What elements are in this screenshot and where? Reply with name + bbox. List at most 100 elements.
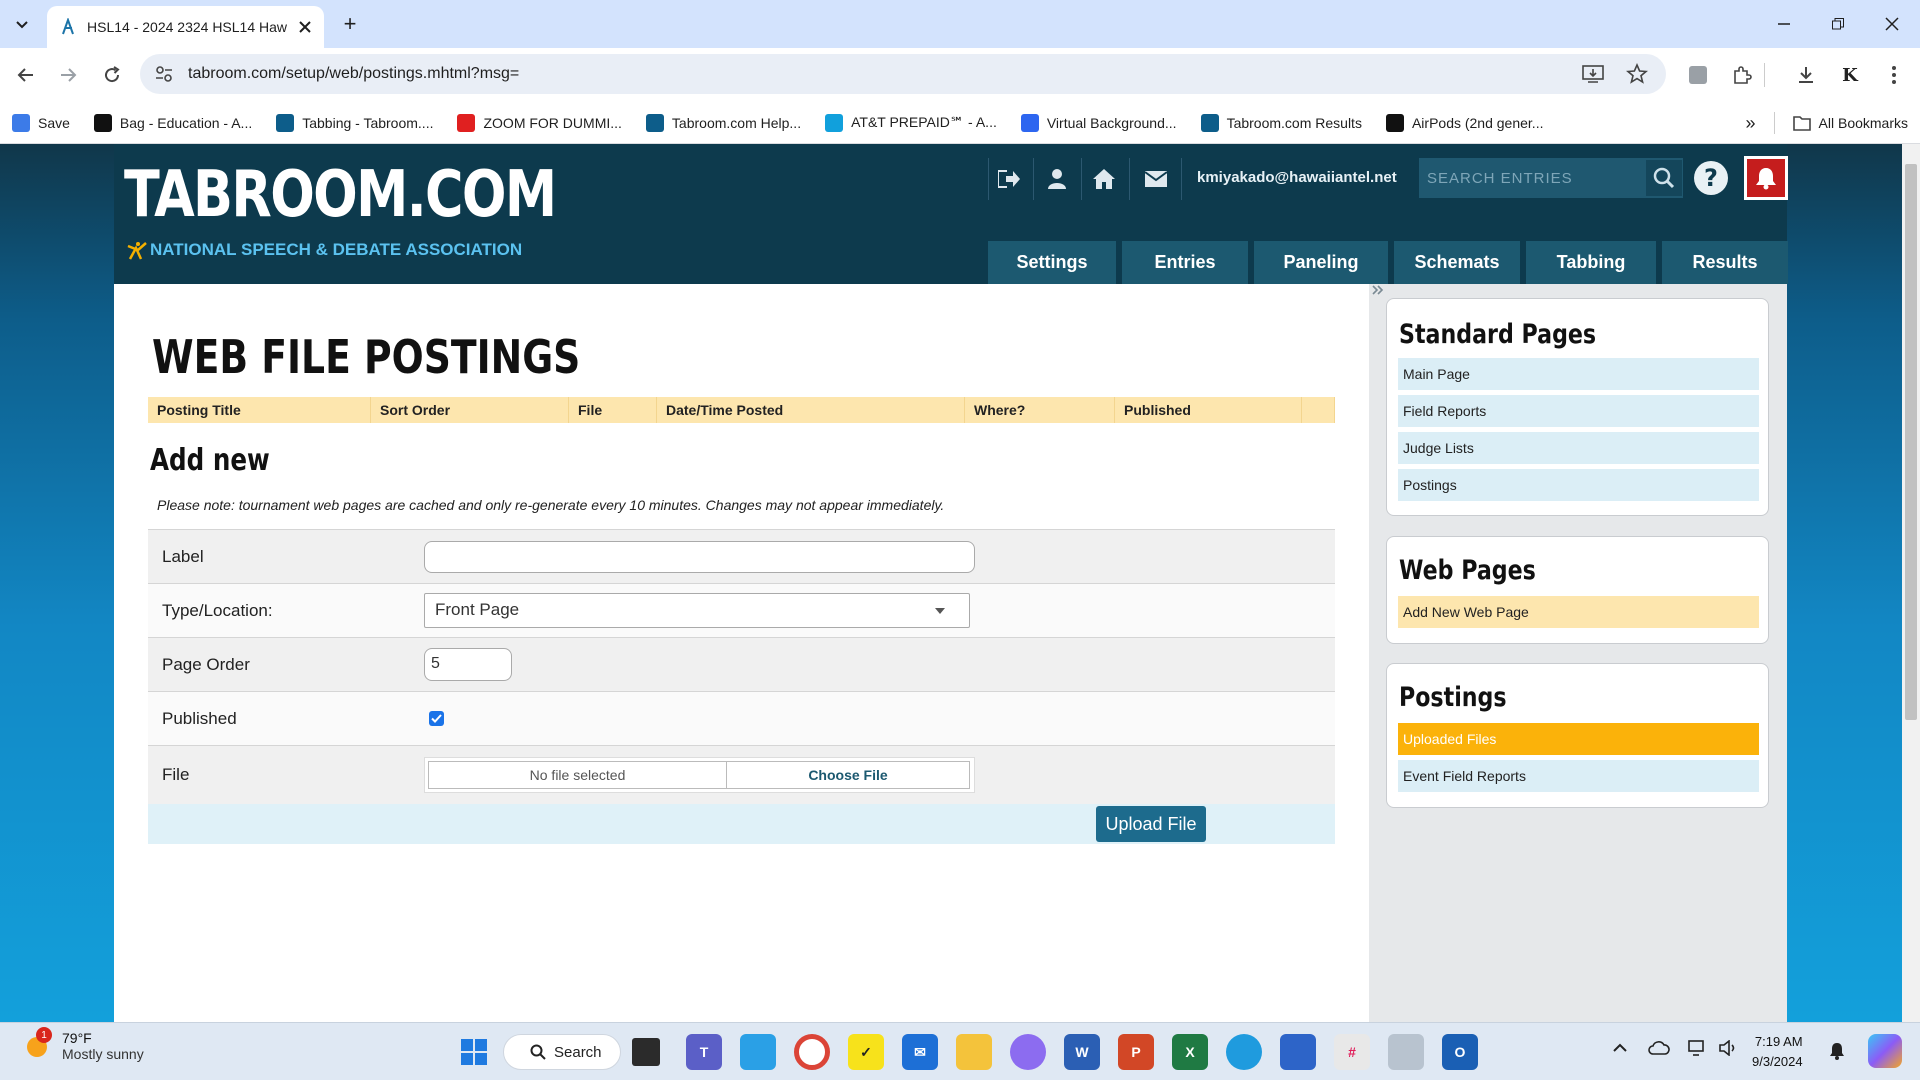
- sidebar-link[interactable]: Event Field Reports: [1398, 760, 1759, 792]
- taskbar-slack[interactable]: #: [1334, 1034, 1370, 1070]
- table-header-cell[interactable]: Posting Title: [148, 397, 371, 423]
- web-pages-heading: Web Pages: [1399, 555, 1536, 586]
- sidebar-link[interactable]: Judge Lists: [1398, 432, 1759, 464]
- close-tab-icon[interactable]: [298, 20, 312, 34]
- collapse-sidebar-button[interactable]: [1372, 284, 1384, 296]
- all-bookmarks-button[interactable]: All Bookmarks: [1792, 115, 1908, 131]
- reload-button[interactable]: [96, 59, 128, 91]
- bookmark-star-icon[interactable]: [1626, 63, 1648, 85]
- taskbar-file-explorer[interactable]: [956, 1034, 992, 1070]
- sidebar-link[interactable]: Field Reports: [1398, 395, 1759, 427]
- restore-button[interactable]: [1810, 0, 1866, 48]
- menu-tab-tabbing[interactable]: Tabbing: [1526, 241, 1656, 284]
- site-settings-icon[interactable]: [154, 64, 174, 84]
- upload-file-button[interactable]: Upload File: [1096, 806, 1206, 842]
- taskbar-task-view[interactable]: [632, 1038, 660, 1066]
- menu-tab-settings[interactable]: Settings: [988, 241, 1116, 284]
- taskbar-powerpoint[interactable]: P: [1118, 1034, 1154, 1070]
- table-header-cell[interactable]: [1302, 397, 1335, 423]
- taskbar-search[interactable]: Search: [503, 1034, 621, 1070]
- close-window-button[interactable]: [1864, 0, 1920, 48]
- menu-tab-entries[interactable]: Entries: [1122, 241, 1248, 284]
- bookmark-item[interactable]: Save: [12, 113, 70, 132]
- menu-tab-results[interactable]: Results: [1662, 241, 1788, 284]
- search-entries-button[interactable]: [1646, 160, 1682, 196]
- new-tab-button[interactable]: +: [336, 10, 364, 38]
- label-input[interactable]: [424, 540, 975, 573]
- weather-widget[interactable]: 1 79°F Mostly sunny: [22, 1027, 144, 1062]
- extension-a-button[interactable]: [1682, 59, 1714, 91]
- search-entries-input[interactable]: SEARCH ENTRIES: [1419, 158, 1683, 198]
- help-button[interactable]: ?: [1693, 160, 1729, 196]
- table-header-cell[interactable]: Published: [1115, 397, 1302, 423]
- messages-button[interactable]: [1137, 160, 1175, 198]
- start-button[interactable]: [456, 1034, 492, 1070]
- network-button[interactable]: [1688, 1040, 1708, 1056]
- page-scrollbar-thumb[interactable]: [1905, 164, 1917, 720]
- show-hidden-icons-button[interactable]: [1612, 1040, 1628, 1056]
- forward-button[interactable]: [52, 59, 84, 91]
- site-logo[interactable]: TABROOM.COM: [124, 158, 557, 232]
- table-header-cell[interactable]: File: [569, 397, 657, 423]
- taskbar-app-purple[interactable]: [1010, 1034, 1046, 1070]
- taskbar-edge[interactable]: [1226, 1034, 1262, 1070]
- bookmark-item[interactable]: Tabroom.com Results: [1200, 113, 1362, 132]
- table-header-cell[interactable]: Date/Time Posted: [657, 397, 965, 423]
- notification-center-button[interactable]: [1828, 1042, 1846, 1060]
- menu-tab-paneling[interactable]: Paneling: [1254, 241, 1388, 284]
- home-button[interactable]: [1085, 160, 1123, 198]
- onedrive-button[interactable]: [1648, 1040, 1670, 1056]
- bookmark-item[interactable]: Tabbing - Tabroom....: [276, 113, 433, 132]
- minimize-button[interactable]: [1756, 0, 1812, 48]
- browser-tab[interactable]: HSL14 - 2024 2324 HSL14 Haw: [47, 6, 324, 48]
- taskbar-printer[interactable]: [1388, 1034, 1424, 1070]
- logout-button[interactable]: [990, 160, 1028, 198]
- bookmark-item[interactable]: Tabroom.com Help...: [645, 113, 801, 132]
- taskbar-word[interactable]: W: [1064, 1034, 1100, 1070]
- bookmark-item[interactable]: AT&T PREPAID℠ - A...: [825, 113, 997, 132]
- downloads-button[interactable]: [1790, 59, 1822, 91]
- user-email-link[interactable]: kmiyakado@hawaiiantel.net: [1197, 169, 1397, 186]
- page-order-input[interactable]: 5: [424, 648, 512, 681]
- tab-search-dropdown[interactable]: [8, 10, 36, 38]
- taskbar-clock[interactable]: 7:19 AM 9/3/2024: [1752, 1032, 1803, 1072]
- windows-logo-icon: [461, 1039, 487, 1065]
- sidebar-link[interactable]: Postings: [1398, 469, 1759, 501]
- bookmark-item[interactable]: Bag - Education - A...: [93, 113, 252, 132]
- menu-tab-schemats[interactable]: Schemats: [1394, 241, 1520, 284]
- sidebar-link[interactable]: Main Page: [1398, 358, 1759, 390]
- bookmark-item[interactable]: Virtual Background...: [1020, 113, 1177, 132]
- taskbar-excel[interactable]: X: [1172, 1034, 1208, 1070]
- volume-button[interactable]: [1718, 1040, 1738, 1056]
- type-location-select[interactable]: Front Page: [424, 593, 970, 628]
- profile-button[interactable]: [1038, 160, 1076, 198]
- notifications-button[interactable]: [1744, 156, 1788, 200]
- sidebar-link[interactable]: Uploaded Files: [1398, 723, 1759, 755]
- taskbar-desktop[interactable]: [740, 1034, 776, 1070]
- taskbar-mail[interactable]: ✉: [902, 1034, 938, 1070]
- table-header-cell[interactable]: Where?: [965, 397, 1115, 423]
- bookmark-item[interactable]: AirPods (2nd gener...: [1385, 113, 1543, 132]
- copilot-button[interactable]: [1868, 1034, 1902, 1068]
- taskbar-app-blue[interactable]: [1280, 1034, 1316, 1070]
- chrome-menu-button[interactable]: [1878, 59, 1910, 91]
- bookmarks-overflow-button[interactable]: »: [1746, 113, 1756, 134]
- back-button[interactable]: [10, 59, 42, 91]
- choose-file-button[interactable]: Choose File: [727, 761, 970, 789]
- taskbar-teams[interactable]: T: [686, 1034, 722, 1070]
- sidebar-link[interactable]: Add New Web Page: [1398, 596, 1759, 628]
- user-icon: [1048, 169, 1066, 189]
- published-checkbox[interactable]: [429, 711, 444, 726]
- bookmarks-bar-right: » All Bookmarks: [1746, 102, 1908, 144]
- install-app-icon[interactable]: [1582, 64, 1604, 84]
- taskbar-chrome[interactable]: [794, 1034, 830, 1070]
- checkmark-icon: [431, 714, 442, 723]
- table-header-cell[interactable]: Sort Order: [371, 397, 569, 423]
- address-bar[interactable]: tabroom.com/setup/web/postings.mhtml?msg…: [140, 54, 1666, 94]
- bookmark-item[interactable]: ZOOM FOR DUMMI...: [457, 113, 622, 132]
- profile-k-button[interactable]: K: [1834, 59, 1866, 91]
- extensions-button[interactable]: [1726, 59, 1758, 91]
- taskbar-norton[interactable]: ✓: [848, 1034, 884, 1070]
- taskbar-outlook[interactable]: O: [1442, 1034, 1478, 1070]
- bookmarks-bar: Save Bag - Education - A... Tabbing - Tabr…: [0, 102, 1920, 144]
